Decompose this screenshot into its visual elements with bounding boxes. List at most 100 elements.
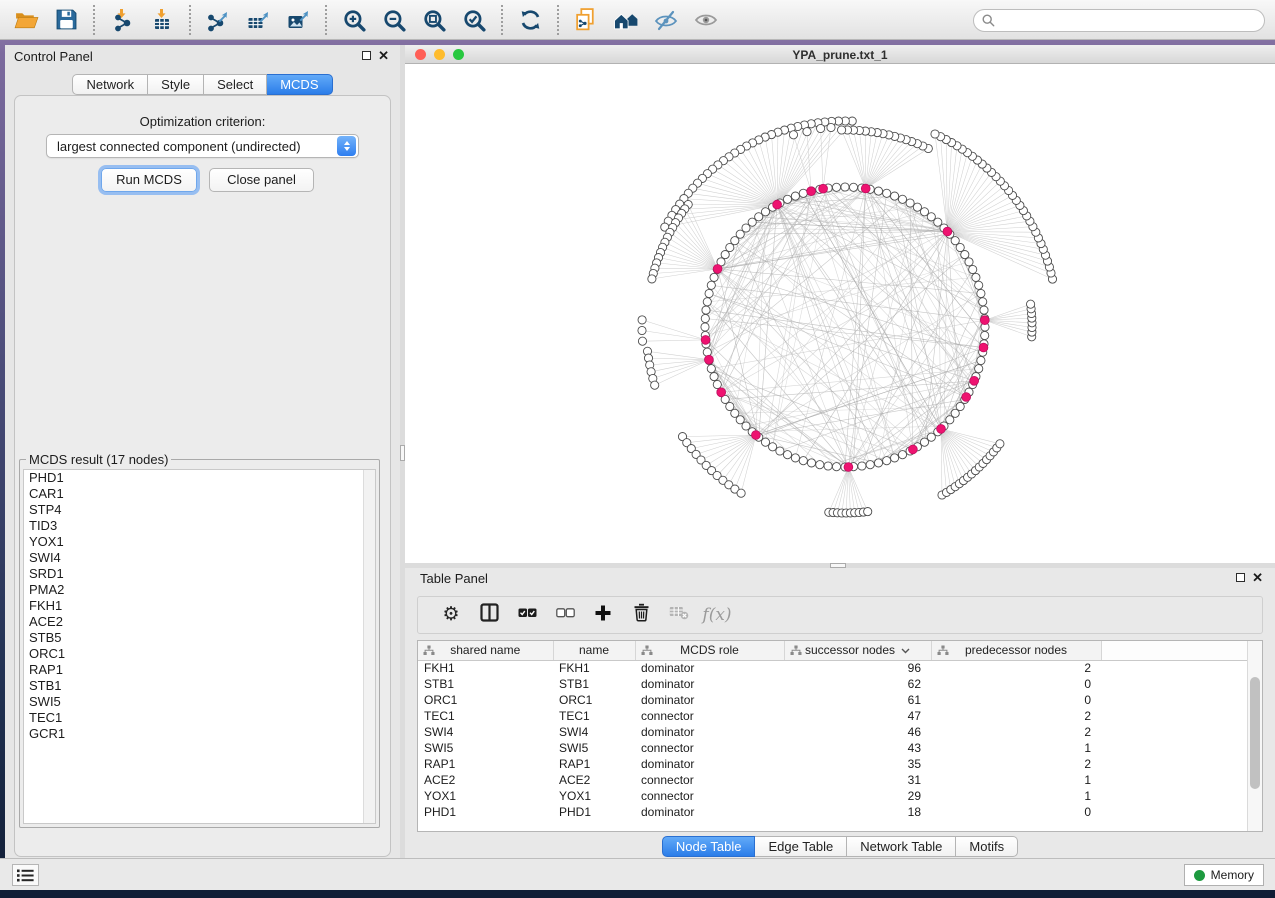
mcds-result-item[interactable]: PMA2 xyxy=(24,582,375,598)
table-cell[interactable]: SWI5 xyxy=(418,740,553,756)
first-neighbors-button[interactable] xyxy=(606,3,646,37)
run-mcds-button[interactable]: Run MCDS xyxy=(101,168,197,192)
import-table-button[interactable] xyxy=(142,3,182,37)
table-cell[interactable]: FKH1 xyxy=(418,660,553,676)
table-cell[interactable]: SWI5 xyxy=(553,740,635,756)
column-header-predecessor-nodes[interactable]: predecessor nodes xyxy=(931,641,1101,660)
network-view[interactable] xyxy=(405,64,1275,563)
table-cell[interactable]: ORC1 xyxy=(553,692,635,708)
deselect-all-button[interactable] xyxy=(546,600,584,630)
add-column-button[interactable] xyxy=(584,600,622,630)
select-all-button[interactable] xyxy=(508,600,546,630)
table-cell[interactable]: connector xyxy=(635,708,784,724)
table-cell[interactable]: 18 xyxy=(784,804,931,820)
table-cell[interactable]: TEC1 xyxy=(553,708,635,724)
mcds-result-item[interactable]: ACE2 xyxy=(24,614,375,630)
show-all-button[interactable] xyxy=(686,3,726,37)
close-panel-button[interactable]: Close panel xyxy=(209,168,314,192)
export-image-button[interactable] xyxy=(278,3,318,37)
table-cell[interactable]: dominator xyxy=(635,756,784,772)
mcds-result-item[interactable]: GCR1 xyxy=(24,726,375,742)
close-panel-icon[interactable]: ✕ xyxy=(378,51,389,60)
table-row[interactable]: ORC1ORC1dominator610 xyxy=(418,692,1252,708)
table-row[interactable]: FKH1FKH1dominator962 xyxy=(418,660,1252,676)
column-header-successor-nodes[interactable]: successor nodes xyxy=(784,641,931,660)
export-network-button[interactable] xyxy=(198,3,238,37)
table-cell[interactable]: 1 xyxy=(931,740,1101,756)
table-row[interactable]: SWI5SWI5connector431 xyxy=(418,740,1252,756)
mcds-result-list[interactable]: PHD1CAR1STP4TID3YOX1SWI4SRD1PMA2FKH1ACE2… xyxy=(23,469,376,824)
hide-selected-button[interactable] xyxy=(646,3,686,37)
float-table-panel-icon[interactable] xyxy=(1236,573,1245,582)
close-table-panel-icon[interactable]: ✕ xyxy=(1252,573,1263,582)
table-cell[interactable]: 31 xyxy=(784,772,931,788)
delete-column-button[interactable] xyxy=(622,600,660,630)
table-cell[interactable]: SWI4 xyxy=(553,724,635,740)
network-titlebar[interactable]: YPA_prune.txt_1 xyxy=(405,45,1275,64)
table-cell[interactable]: 1 xyxy=(931,788,1101,804)
mcds-result-item[interactable]: STP4 xyxy=(24,502,375,518)
table-cell[interactable]: dominator xyxy=(635,676,784,692)
table-cell[interactable]: dominator xyxy=(635,724,784,740)
search-input[interactable] xyxy=(1000,14,1264,28)
open-file-button[interactable] xyxy=(6,3,46,37)
table-cell[interactable]: 96 xyxy=(784,660,931,676)
table-row[interactable]: PHD1PHD1dominator180 xyxy=(418,804,1252,820)
table-cell[interactable]: 43 xyxy=(784,740,931,756)
table-cell[interactable]: 0 xyxy=(931,676,1101,692)
tab-edge-table[interactable]: Edge Table xyxy=(755,836,847,857)
mcds-result-item[interactable]: RAP1 xyxy=(24,662,375,678)
table-cell[interactable]: 35 xyxy=(784,756,931,772)
mcds-result-item[interactable]: TID3 xyxy=(24,518,375,534)
table-cell[interactable]: dominator xyxy=(635,660,784,676)
tab-select[interactable]: Select xyxy=(204,74,267,95)
table-row[interactable]: SWI4SWI4dominator462 xyxy=(418,724,1252,740)
tab-mcds[interactable]: MCDS xyxy=(267,74,332,95)
table-cell[interactable]: YOX1 xyxy=(418,788,553,804)
mcds-result-item[interactable]: FKH1 xyxy=(24,598,375,614)
table-cell[interactable]: YOX1 xyxy=(553,788,635,804)
export-table-button[interactable] xyxy=(238,3,278,37)
zoom-in-button[interactable] xyxy=(334,3,374,37)
column-header-MCDS-role[interactable]: MCDS role xyxy=(635,641,784,660)
zoom-out-button[interactable] xyxy=(374,3,414,37)
table-cell[interactable]: 47 xyxy=(784,708,931,724)
table-row[interactable]: YOX1YOX1connector291 xyxy=(418,788,1252,804)
table-cell[interactable]: dominator xyxy=(635,692,784,708)
zoom-fit-button[interactable] xyxy=(414,3,454,37)
mcds-result-item[interactable]: SWI4 xyxy=(24,550,375,566)
table-cell[interactable]: ACE2 xyxy=(418,772,553,788)
table-scrollbar-thumb[interactable] xyxy=(1250,677,1260,789)
table-cell[interactable]: 29 xyxy=(784,788,931,804)
mcds-result-item[interactable]: SWI5 xyxy=(24,694,375,710)
table-cell[interactable]: 2 xyxy=(931,708,1101,724)
mcds-result-item[interactable]: CAR1 xyxy=(24,486,375,502)
tab-network[interactable]: Network xyxy=(72,74,148,95)
result-list-scrollbar[interactable] xyxy=(363,470,375,823)
memory-button[interactable]: Memory xyxy=(1184,864,1264,886)
mcds-result-item[interactable]: TEC1 xyxy=(24,710,375,726)
save-session-button[interactable] xyxy=(46,3,86,37)
mcds-result-item[interactable]: STB1 xyxy=(24,678,375,694)
table-settings-button[interactable]: ⚙ xyxy=(432,600,470,630)
split-view-button[interactable] xyxy=(470,600,508,630)
table-cell[interactable]: 61 xyxy=(784,692,931,708)
criterion-dropdown[interactable]: largest connected component (undirected) xyxy=(46,134,359,158)
table-cell[interactable]: ACE2 xyxy=(553,772,635,788)
tab-node-table[interactable]: Node Table xyxy=(662,836,756,857)
mcds-result-item[interactable]: STB5 xyxy=(24,630,375,646)
table-cell[interactable]: STB1 xyxy=(553,676,635,692)
table-row[interactable]: ACE2ACE2connector311 xyxy=(418,772,1252,788)
refresh-layout-button[interactable] xyxy=(510,3,550,37)
float-panel-icon[interactable] xyxy=(362,51,371,60)
table-row[interactable]: STB1STB1dominator620 xyxy=(418,676,1252,692)
mcds-result-item[interactable]: SRD1 xyxy=(24,566,375,582)
table-cell[interactable]: 1 xyxy=(931,772,1101,788)
table-cell[interactable]: SWI4 xyxy=(418,724,553,740)
table-cell[interactable]: 46 xyxy=(784,724,931,740)
mcds-result-item[interactable]: PHD1 xyxy=(24,470,375,486)
table-row[interactable]: TEC1TEC1connector472 xyxy=(418,708,1252,724)
table-cell[interactable]: PHD1 xyxy=(418,804,553,820)
table-cell[interactable]: 0 xyxy=(931,804,1101,820)
table-row[interactable]: RAP1RAP1dominator352 xyxy=(418,756,1252,772)
